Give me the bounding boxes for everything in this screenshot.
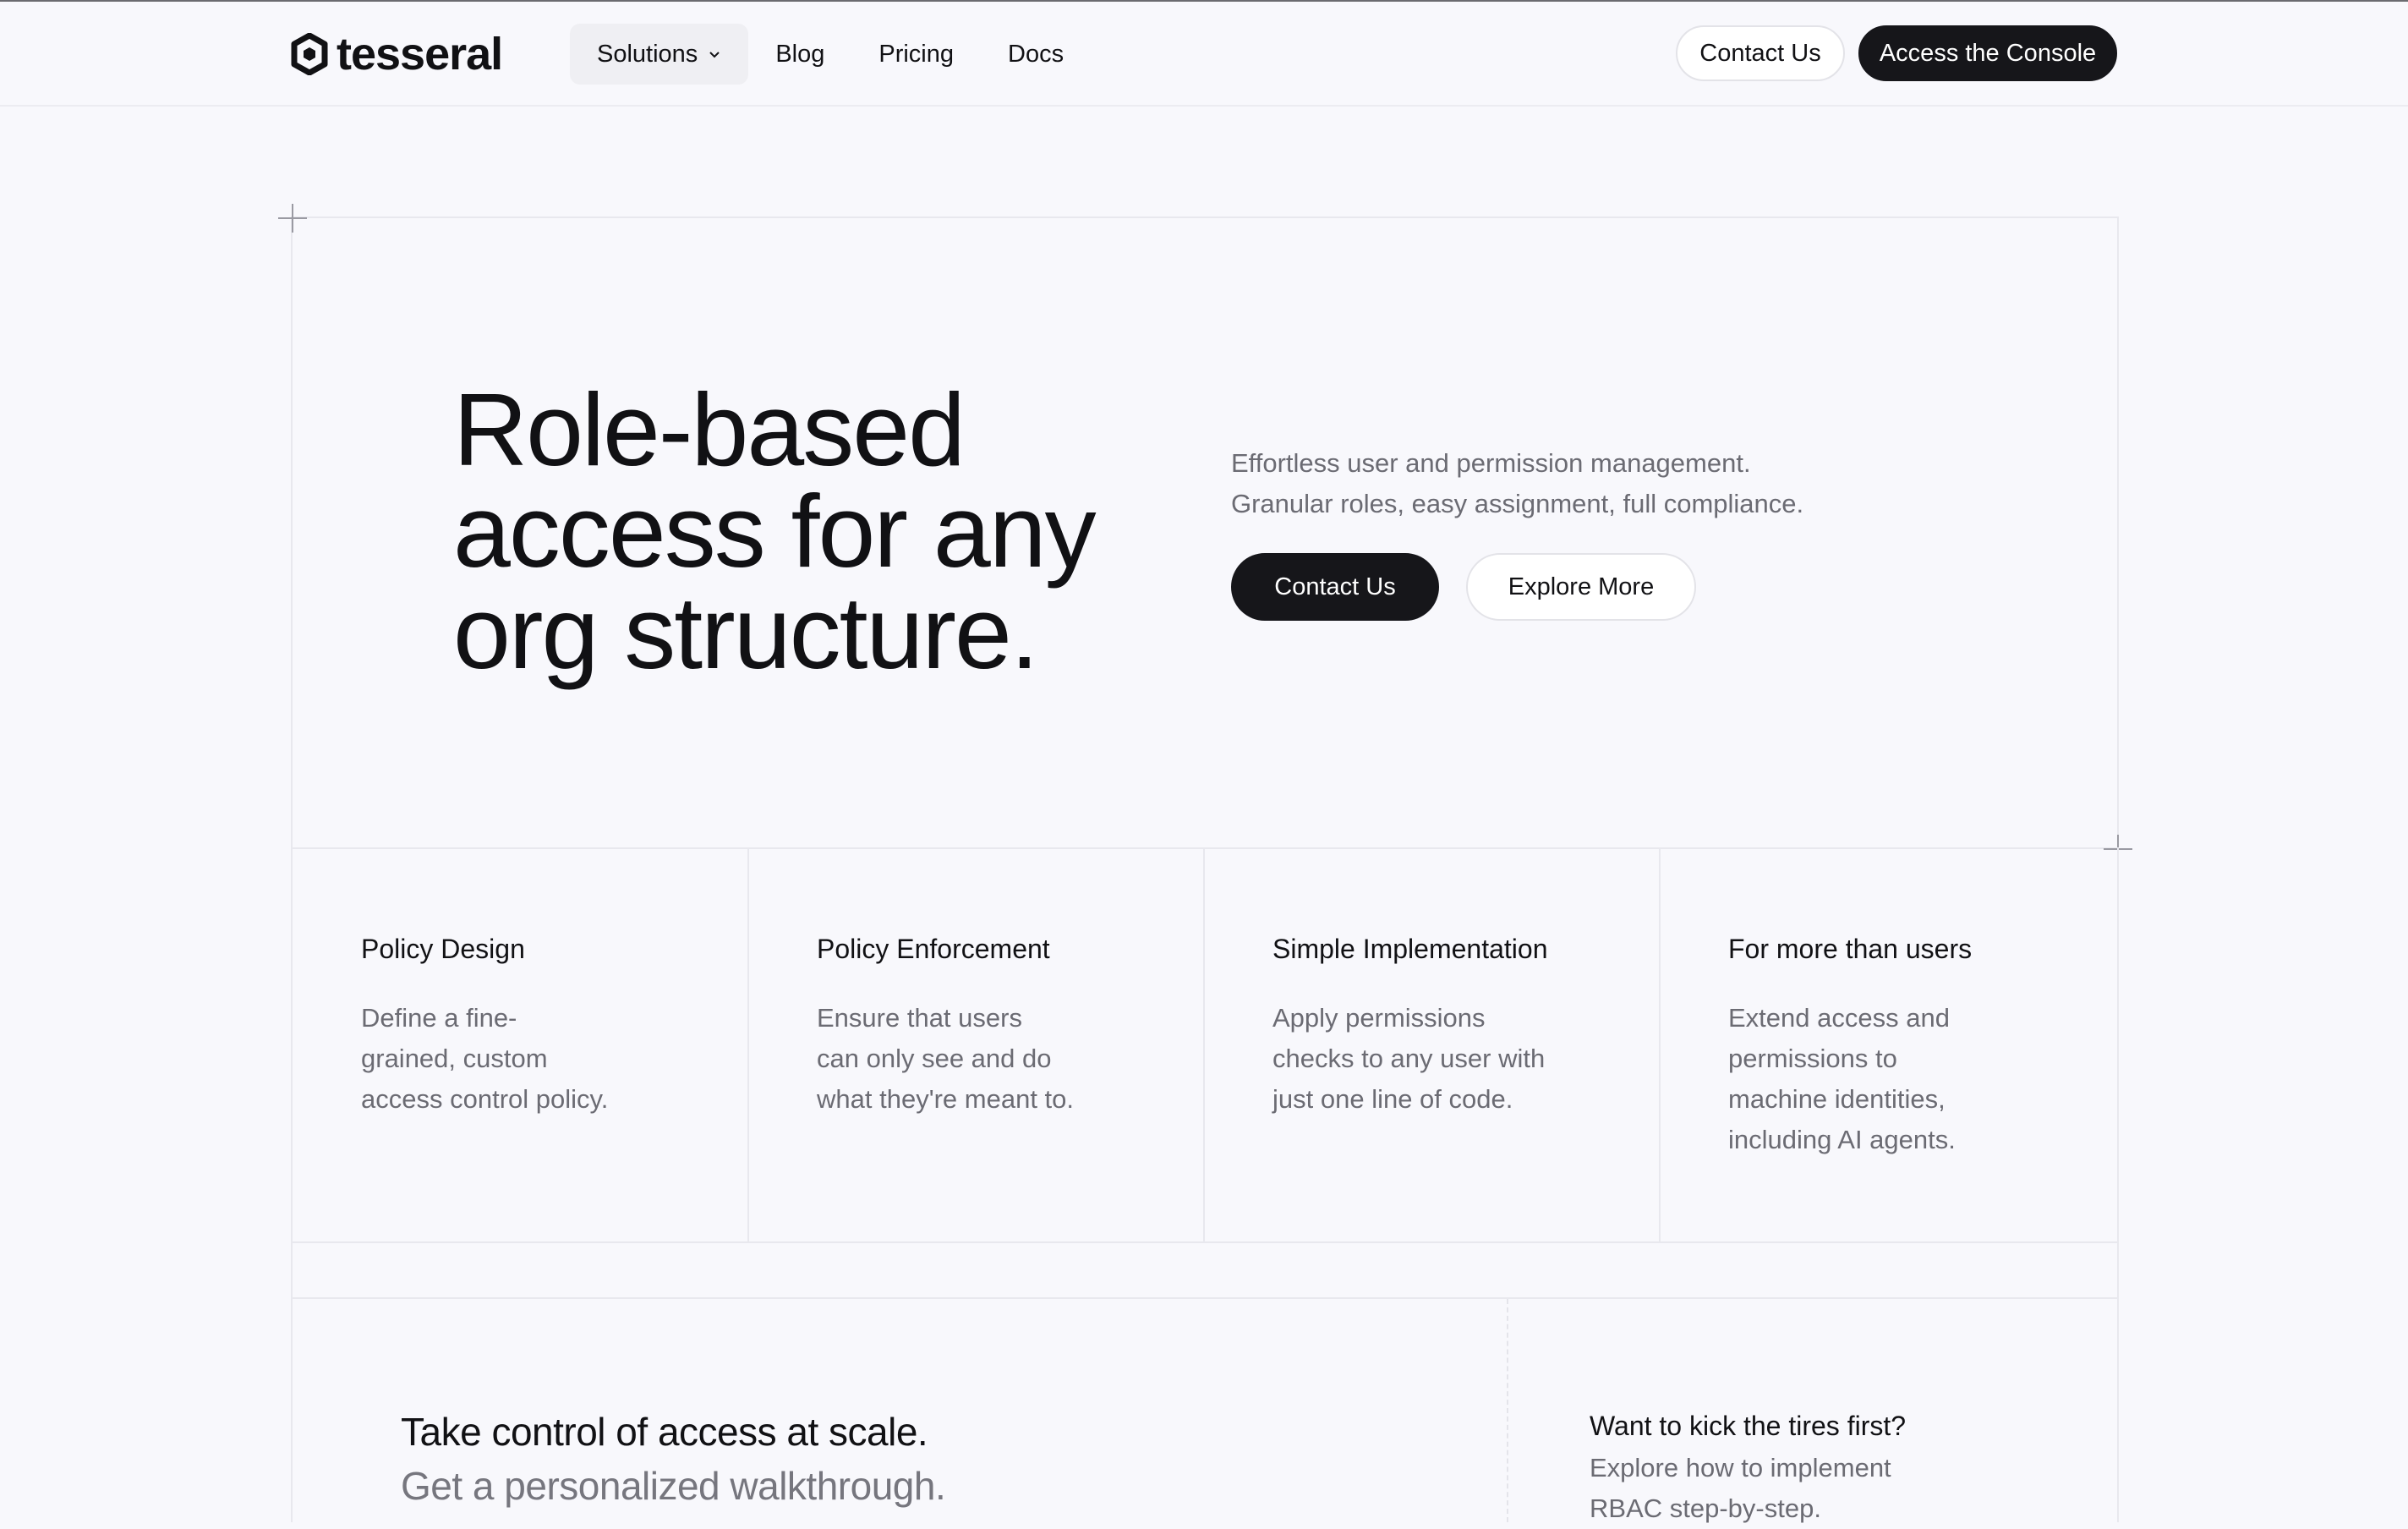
dashed-divider	[1507, 1299, 1508, 1522]
hero-subtitle: Effortless user and permission managemen…	[1231, 443, 1907, 524]
feature-description-line: machine identities,	[1728, 1084, 1946, 1114]
hero-title-line: access for any	[453, 474, 1097, 589]
side-description-line: Explore how to implement	[1590, 1453, 1891, 1482]
access-console-button[interactable]: Access the Console	[1858, 25, 2117, 81]
cta-subtitle: Get a personalized walkthrough.	[401, 1464, 946, 1508]
nav-item-blog[interactable]: Blog	[748, 24, 851, 85]
feature-description-line: can only see and do	[817, 1044, 1052, 1073]
feature-description-line: Define a fine-	[361, 1003, 517, 1033]
feature-description-line: including AI agents.	[1728, 1125, 1956, 1154]
feature-description-line: Extend access and	[1728, 1003, 1950, 1033]
hero-title-line: org structure.	[453, 575, 1039, 690]
hero-title-line: Role-based	[453, 372, 966, 487]
nav-item-solutions[interactable]: Solutions	[570, 24, 749, 85]
nav-item-label: Pricing	[878, 41, 955, 68]
nav-item-docs[interactable]: Docs	[981, 24, 1091, 85]
nav-item-pricing[interactable]: Pricing	[851, 24, 981, 85]
section-divider	[291, 1297, 2119, 1299]
corner-plus-marker	[278, 204, 307, 233]
feature-description-line: Apply permissions	[1272, 1003, 1486, 1033]
nav-item-label: Solutions	[597, 41, 698, 68]
feature-description: Apply permissions checks to any user wit…	[1272, 998, 1545, 1120]
side-description-line: RBAC step-by-step.	[1590, 1493, 1821, 1523]
hero-subtitle-line: Effortless user and permission managemen…	[1231, 448, 1751, 478]
section-border-left	[291, 1241, 293, 1522]
hero-subtitle-line: Granular roles, easy assignment, full co…	[1231, 489, 1804, 518]
feature-description-line: checks to any user with	[1272, 1044, 1546, 1073]
grid-divider	[1659, 847, 1661, 1241]
tesseral-logo-icon	[291, 33, 328, 75]
side-description: Explore how to implement RBAC step-by-st…	[1590, 1448, 2012, 1529]
feature-description-line: what they're meant to.	[817, 1084, 1075, 1114]
header-contact-button[interactable]: Contact Us	[1676, 25, 1845, 81]
feature-description: Ensure that users can only see and do wh…	[817, 998, 1074, 1120]
brand-logo[interactable]: tesseral	[291, 29, 503, 79]
cta-title: Take control of access at scale.	[401, 1410, 928, 1454]
side-title: Want to kick the tires first?	[1590, 1411, 1907, 1441]
feature-title: Simple Implementation	[1272, 934, 1548, 964]
feature-description: Define a fine- grained, custom access co…	[361, 998, 608, 1120]
nav-item-label: Blog	[775, 41, 825, 68]
grid-divider	[747, 847, 749, 1241]
nav-item-label: Docs	[1008, 41, 1064, 68]
hero-contact-button[interactable]: Contact Us	[1231, 553, 1439, 621]
site-header: tesseral Solutions Blog Pricing Docs Con…	[0, 2, 2408, 107]
main-nav: Solutions Blog Pricing Docs	[570, 24, 1091, 85]
hero-title: Role-based access for any org structure.	[453, 372, 1130, 690]
chevron-down-icon	[709, 52, 720, 58]
feature-description-line: permissions to	[1728, 1044, 1897, 1073]
feature-title: For more than users	[1728, 934, 1973, 964]
section-border-right	[2117, 1241, 2119, 1522]
feature-title: Policy Design	[361, 934, 525, 964]
feature-description-line: grained, custom	[361, 1044, 548, 1073]
feature-title: Policy Enforcement	[817, 934, 1050, 964]
brand-name: tesseral	[337, 29, 503, 79]
explore-more-button[interactable]: Explore More	[1466, 553, 1696, 621]
feature-description: Extend access and permissions to machine…	[1728, 998, 1956, 1160]
grid-divider	[1203, 847, 1205, 1241]
feature-description-line: access control policy.	[361, 1084, 609, 1114]
feature-description-line: just one line of code.	[1272, 1084, 1513, 1114]
feature-description-line: Ensure that users	[817, 1003, 1022, 1033]
